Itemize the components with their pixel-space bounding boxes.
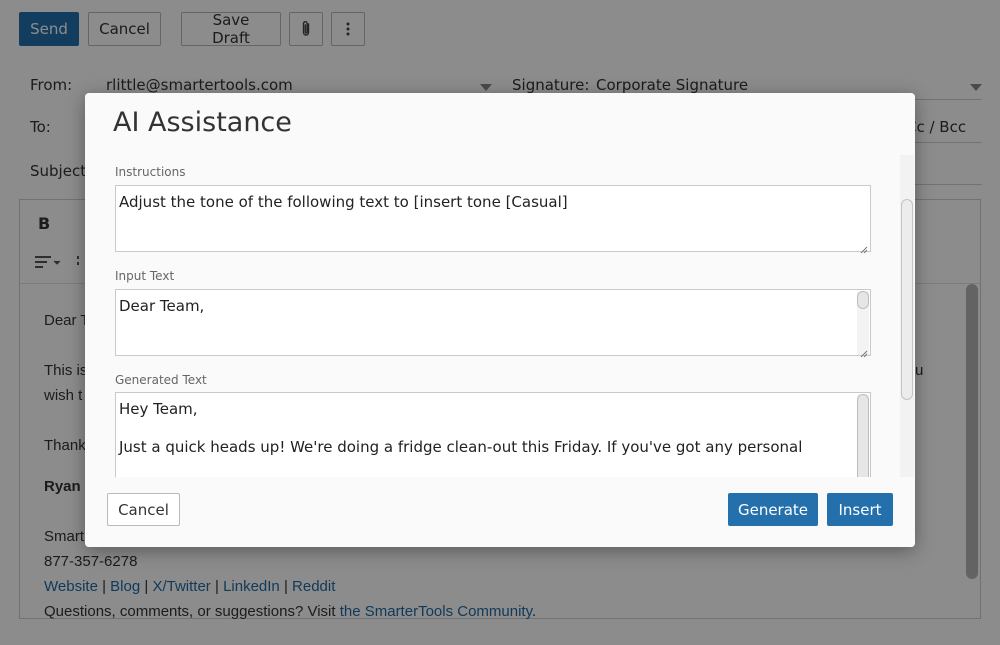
- generate-button[interactable]: Generate: [728, 493, 818, 526]
- generated-text-line-2: Just a quick heads up! We're doing a fri…: [119, 438, 803, 456]
- resize-handle-icon[interactable]: [858, 343, 868, 358]
- generated-text-textarea[interactable]: Hey Team, Just a quick heads up! We're d…: [115, 392, 871, 477]
- dialog-content: Instructions Adjust the tone of the foll…: [85, 155, 915, 477]
- dialog-scroll-thumb[interactable]: [901, 199, 913, 400]
- resize-handle-icon[interactable]: [858, 239, 868, 254]
- generated-text-blank-line: [119, 419, 867, 437]
- generated-text-line-1: Hey Team,: [119, 400, 198, 418]
- instructions-textarea[interactable]: Adjust the tone of the following text to…: [115, 185, 871, 254]
- dialog-footer: Cancel Generate Insert: [85, 477, 915, 547]
- ai-assistance-dialog: AI Assistance Instructions Adjust the to…: [85, 93, 915, 547]
- instructions-text: Adjust the tone of the following text to…: [119, 193, 568, 211]
- generated-text-scrollbar[interactable]: [857, 394, 869, 477]
- generated-text-label: Generated Text: [115, 373, 207, 387]
- input-text-value: Dear Team,: [119, 297, 205, 315]
- input-text-scroll-thumb[interactable]: [857, 291, 869, 309]
- dialog-cancel-button[interactable]: Cancel: [107, 493, 180, 526]
- dialog-scrollbar[interactable]: [900, 155, 914, 477]
- instructions-label: Instructions: [115, 165, 186, 179]
- input-text-textarea[interactable]: Dear Team,: [115, 289, 871, 358]
- input-text-label: Input Text: [115, 269, 175, 283]
- generated-text-scroll-thumb[interactable]: [857, 394, 869, 477]
- dialog-title: AI Assistance: [113, 107, 292, 138]
- insert-button[interactable]: Insert: [827, 493, 893, 526]
